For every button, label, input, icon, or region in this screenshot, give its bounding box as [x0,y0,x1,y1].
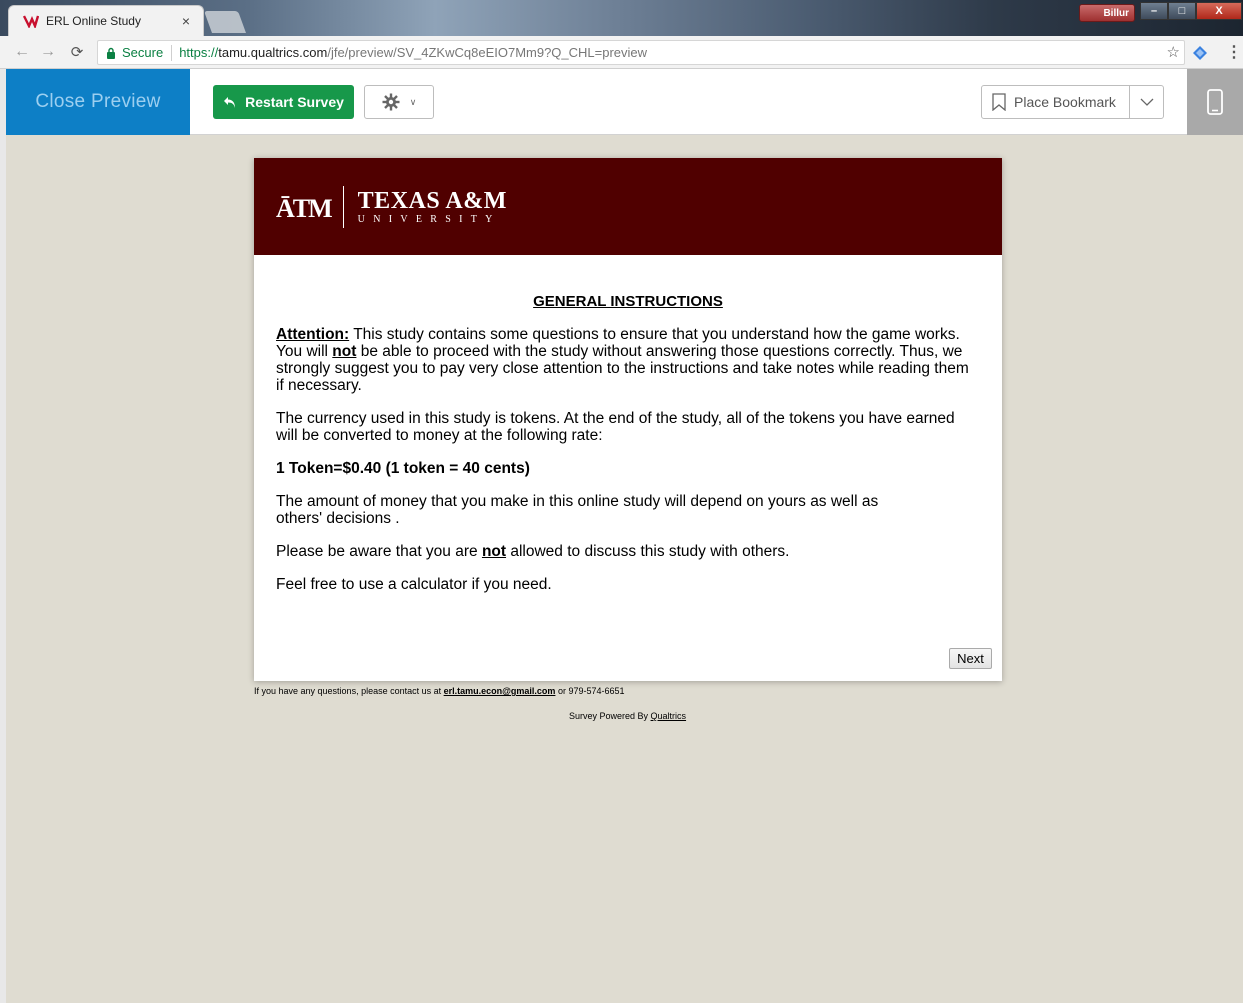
earnings-paragraph: The amount of money that you make in thi… [276,493,980,527]
place-bookmark-button[interactable]: Place Bookmark [982,86,1129,118]
attention-paragraph: Attention: This study contains some ques… [276,326,980,394]
calculator-paragraph: Feel free to use a calculator if you nee… [276,576,552,593]
currency-paragraph: The currency used in this study is token… [276,410,955,444]
url-input[interactable]: Secure https://tamu.qualtrics.com/jfe/pr… [97,40,1185,65]
discussion-paragraph: Please be aware that you are not allowed… [276,543,980,560]
left-edge [0,69,6,1003]
new-tab-button[interactable] [203,11,247,33]
close-preview-button[interactable]: Close Preview [6,69,190,135]
url-scheme: https:// [179,45,219,60]
exchange-rate: 1 Token=$0.40 (1 token = 40 cents) [276,460,530,477]
logo-divider [342,185,344,228]
tamu-university: UNIVERSITY [357,213,501,225]
place-bookmark-label: Place Bookmark [1014,94,1116,110]
survey-card: ĀTM TEXAS A&M UNIVERSITY GENERAL INSTRUC… [254,158,1002,681]
reload-icon[interactable]: ⟳ [67,43,87,61]
tamu-name: TEXAS A&M [357,187,507,214]
browser-menu-icon[interactable]: ⋮ [1226,42,1242,62]
earnings-line-1: The amount of money that you make in thi… [276,493,879,510]
tamu-mark: ĀTM [276,193,333,223]
restart-arrow-icon [224,96,236,108]
discussion-text-b: allowed to discuss this study with other… [506,543,790,560]
tab-title: ERL Online Study [46,14,141,28]
settings-dropdown[interactable]: ∨ [364,85,434,119]
attention-not: not [332,343,357,360]
tab-close-icon[interactable]: × [179,13,193,29]
tamu-logo: ĀTM TEXAS A&M UNIVERSITY [276,185,507,228]
secure-label: Secure [122,45,164,60]
discussion-not: not [481,543,507,560]
question-body: GENERAL INSTRUCTIONS Attention: This stu… [254,255,1002,593]
restart-survey-button[interactable]: Restart Survey [213,85,354,119]
chevron-down-icon: ∨ [409,96,417,107]
chevron-down-icon [1140,98,1153,106]
url-path: /jfe/preview/SV_4ZKwCq8eEIO7Mm9?Q_CHL=pr… [327,45,648,60]
address-bar: ← → ⟳ Secure https://tamu.qualtrics.com /… [0,36,1243,69]
mobile-device-icon [1207,89,1223,115]
url-host: tamu.qualtrics.com [218,45,328,60]
omnibox-divider [171,44,173,61]
contact-footer: If you have any questions, please contac… [254,686,625,696]
minimize-button[interactable]: – [1140,2,1168,20]
contact-email-link[interactable]: erl.tamu.econ@gmail.com [444,686,556,696]
contact-text-a: If you have any questions, please contac… [254,686,444,696]
earnings-line-2: others' decisions . [276,510,400,527]
forward-arrow-icon[interactable]: → [38,43,58,61]
attention-text-b: be able to proceed with the study withou… [276,343,969,394]
bookmark-icon [992,93,1006,111]
close-window-button[interactable]: X [1196,2,1242,20]
lock-icon [107,47,115,59]
tamu-wordmark: TEXAS A&M UNIVERSITY [358,189,507,225]
discussion-text-a: Please be aware that you are [276,543,482,560]
gear-icon [382,93,400,111]
attention-label: Attention: [276,326,350,343]
powered-by-text: Survey Powered By [569,711,651,721]
qualtrics-favicon-icon [23,13,39,29]
preview-toolbar: Close Preview Restart Survey ∨ Place Boo… [6,69,1243,135]
next-button[interactable]: Next [949,648,992,669]
contact-text-b: or 979-574-6651 [555,686,625,696]
mobile-view-button[interactable] [1187,69,1243,135]
powered-by-footer: Survey Powered By Qualtrics [569,711,686,721]
bookmark-star-icon[interactable]: ☆ [1167,43,1180,61]
maximize-button[interactable]: □ [1168,2,1196,20]
extension-icon[interactable] [1192,45,1208,61]
university-banner: ĀTM TEXAS A&M UNIVERSITY [254,158,1002,255]
user-badge[interactable]: Billur [1079,4,1135,22]
window-controls: – □ X [1140,2,1242,20]
bookmark-dropdown-button[interactable] [1129,86,1163,118]
instructions-heading: GENERAL INSTRUCTIONS [533,293,723,310]
user-badge-label: Billur [1103,7,1129,19]
browser-titlebar: ERL Online Study × Billur – □ X [0,0,1243,36]
browser-tab[interactable]: ERL Online Study × [8,5,204,36]
qualtrics-link[interactable]: Qualtrics [651,711,687,721]
back-arrow-icon[interactable]: ← [12,43,32,61]
restart-survey-label: Restart Survey [245,94,344,110]
place-bookmark-control: Place Bookmark [981,85,1164,119]
